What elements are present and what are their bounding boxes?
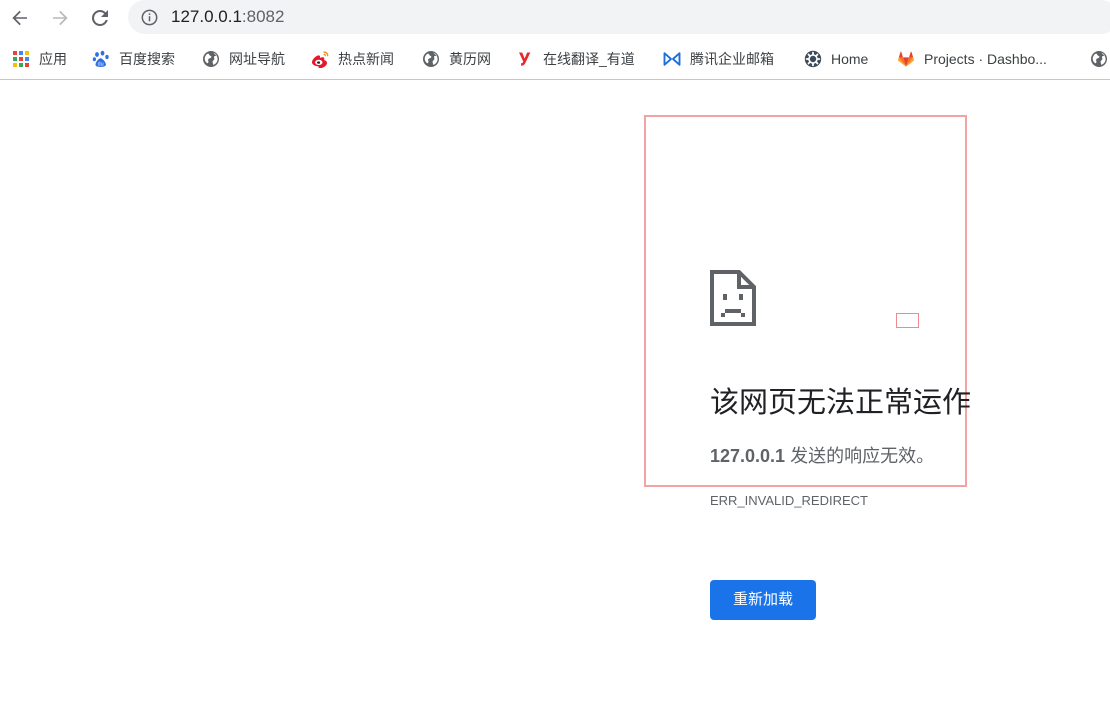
baidu-paw-icon: du <box>92 50 109 67</box>
bookmark-label: Projects · Dashbo... <box>924 51 1047 67</box>
bookmark-huangli[interactable]: 黄历网 <box>422 48 491 70</box>
error-title: 该网页无法正常运作 <box>710 387 972 419</box>
youdao-icon <box>519 52 531 66</box>
forward-button[interactable] <box>46 4 74 32</box>
svg-text:du: du <box>98 61 104 67</box>
gitlab-icon <box>897 51 915 67</box>
bookmark-label: 腾讯企业邮箱 <box>690 51 774 67</box>
arrow-right-icon <box>53 10 68 26</box>
bookmark-youdao[interactable]: 在线翻译_有道 <box>516 48 635 70</box>
url-host: 127.0.0.1 <box>171 7 242 26</box>
bookmark-baidu[interactable]: du 百度搜索 <box>92 48 175 70</box>
bookmark-apps[interactable]: 应用 <box>12 48 67 70</box>
bookmark-label: 热点新闻 <box>338 51 394 67</box>
globe-icon <box>423 51 439 67</box>
bookmark-gitlab-projects[interactable]: Projects · Dashbo... <box>897 48 1047 70</box>
browser-toolbar: 127.0.0.1:8082 <box>0 0 1110 36</box>
bookmark-label: Home <box>831 51 869 67</box>
error-description: 127.0.0.1 发送的响应无效。 <box>710 444 934 468</box>
tencent-mail-icon <box>663 52 681 66</box>
annotation-marker <box>896 313 919 328</box>
url-port: :8082 <box>241 7 285 26</box>
globe-icon <box>203 51 219 67</box>
gear-icon <box>804 50 822 68</box>
apps-grid-icon <box>13 51 29 67</box>
bookmark-hot-news[interactable]: 热点新闻 <box>311 48 394 70</box>
error-description-text: 发送的响应无效。 <box>785 446 935 466</box>
bookmark-overflow[interactable] <box>1090 48 1110 70</box>
url-text[interactable]: 127.0.0.1:8082 <box>171 7 284 27</box>
reload-icon <box>92 10 108 26</box>
reload-browser-button[interactable] <box>86 4 114 32</box>
error-code: ERR_INVALID_REDIRECT <box>710 493 868 508</box>
bookmarks-bar: 应用 du 百度搜索 网址导航 热点新闻 黄历网 在线翻译_有道 腾讯企业邮箱 … <box>0 40 1110 80</box>
info-icon[interactable] <box>141 9 158 26</box>
weibo-icon <box>312 51 329 68</box>
address-bar[interactable]: 127.0.0.1:8082 <box>128 0 1110 34</box>
arrow-left-icon <box>12 10 27 26</box>
bookmark-tencent-mail[interactable]: 腾讯企业邮箱 <box>663 48 774 70</box>
bookmark-label: 应用 <box>39 51 67 67</box>
bookmark-label: 在线翻译_有道 <box>543 51 635 67</box>
bookmark-label: 网址导航 <box>229 51 285 67</box>
bookmark-label: 黄历网 <box>449 51 491 67</box>
back-button[interactable] <box>6 4 34 32</box>
sad-page-icon <box>710 270 756 326</box>
reload-button[interactable]: 重新加载 <box>710 580 816 620</box>
bookmark-home[interactable]: Home <box>804 48 868 70</box>
bookmark-label: 百度搜索 <box>119 51 175 67</box>
error-host: 127.0.0.1 <box>710 446 786 466</box>
globe-icon <box>1091 51 1107 67</box>
annotation-box <box>644 115 967 487</box>
bookmark-url-nav[interactable]: 网址导航 <box>202 48 285 70</box>
